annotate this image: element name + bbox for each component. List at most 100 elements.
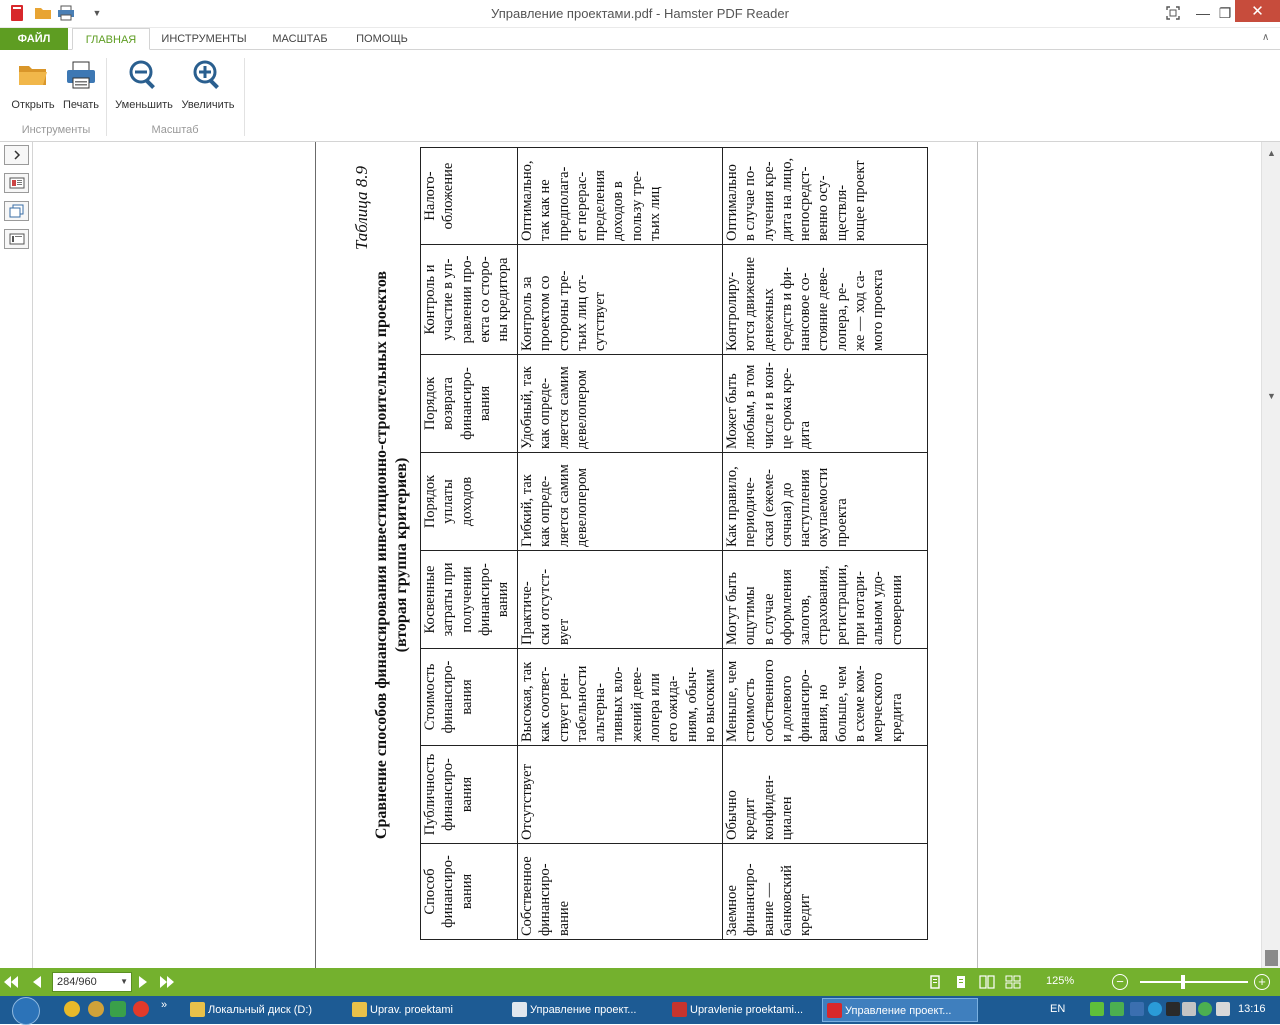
table-cell: Отсутствует [517, 745, 723, 844]
tab-file[interactable]: ФАЙЛ [0, 28, 68, 50]
cell-text: пределения [592, 170, 609, 241]
group-label-tools: Инструменты [21, 124, 91, 136]
tab-zoom[interactable]: МАСШТАБ [262, 28, 338, 50]
cell-text: ются движение [742, 256, 759, 351]
zoom-in-small-icon[interactable]: + [1254, 974, 1270, 990]
cell-text: доходов [458, 476, 475, 527]
first-page-button[interactable] [2, 973, 20, 991]
fullscreen-button[interactable] [1158, 2, 1188, 24]
table-cell: Обычно кредит конфиден-циален [722, 745, 928, 844]
yandex-icon[interactable] [133, 1001, 149, 1017]
chrome-icon[interactable] [64, 1001, 80, 1017]
print-button[interactable]: Печать [58, 58, 104, 118]
taskbar-item[interactable]: Управление проект... [508, 998, 664, 1022]
document-view[interactable]: Таблица 8.9 Сравнение способов финансиро… [33, 142, 1261, 968]
taskbar-item-label: Upravlenie proektami... [690, 1004, 804, 1016]
cell-text: проекта [833, 498, 850, 547]
taskbar-item[interactable]: Upravlenie proektami... [668, 998, 816, 1022]
zoom-out-label: Уменьшить [115, 99, 173, 111]
printer-icon [67, 61, 95, 89]
expand-panel-button[interactable] [4, 145, 29, 165]
scroll-thumb[interactable] [1265, 950, 1278, 966]
page-number-field[interactable]: 284/960 ▼ [52, 972, 132, 992]
group-separator [106, 58, 107, 136]
vertical-scrollbar[interactable]: ▲ ▼ [1261, 142, 1280, 968]
start-button[interactable] [12, 997, 40, 1025]
keyboard-icon[interactable] [1090, 1002, 1104, 1016]
scroll-up-icon[interactable]: ▲ [1262, 144, 1280, 161]
prev-page-button[interactable] [28, 973, 46, 991]
cell-text: получении [458, 566, 475, 633]
cell-text: в случае по- [742, 165, 759, 241]
check-icon[interactable] [1198, 1002, 1212, 1016]
page-dropdown-icon[interactable]: ▼ [120, 973, 128, 991]
thumbnails-button[interactable] [4, 173, 29, 193]
volume-icon[interactable] [1182, 1002, 1196, 1016]
table-cell: Заемное финансиро-вание — банковский кредит [722, 843, 928, 940]
cell-text: циален [778, 796, 795, 840]
tab-help[interactable]: ПОМОЩЬ [346, 28, 418, 50]
ribbon-collapse-icon[interactable]: ∧ [1262, 32, 1274, 44]
pages-button[interactable] [4, 201, 29, 221]
cell-text: в случае [760, 593, 777, 645]
tab-home[interactable]: ГЛАВНАЯ [72, 28, 150, 50]
first-page-icon [4, 976, 18, 988]
cell-text: периодиче- [742, 477, 759, 547]
cell-text: вания, но [815, 684, 832, 742]
close-button[interactable]: ✕ [1235, 0, 1280, 22]
taskbar-item[interactable]: Uprav. proektami [348, 998, 504, 1022]
last-page-button[interactable] [158, 973, 176, 991]
cell-text: Контролиру- [724, 272, 740, 351]
zoom-slider-thumb[interactable] [1181, 975, 1186, 989]
taskbar-item-active[interactable]: Управление проект... [822, 998, 978, 1022]
zoom-in-button[interactable]: Увеличить [178, 58, 238, 118]
zoom-out-button[interactable]: Уменьшить [112, 58, 176, 118]
tool-icon[interactable] [110, 1001, 126, 1017]
two-page-view-icon[interactable] [979, 974, 995, 990]
table-cell: Косвенные затраты при получении финансиро-в… [420, 550, 518, 649]
battery-icon[interactable] [1216, 1002, 1230, 1016]
cell-text: стоверении [888, 575, 905, 645]
zoom-slider[interactable] [1140, 981, 1248, 983]
tray-app-icon[interactable] [1166, 1002, 1180, 1016]
tab-tools[interactable]: ИНСТРУМЕНТЫ [156, 28, 252, 50]
flag-icon[interactable] [1130, 1002, 1144, 1016]
mail-icon[interactable] [88, 1001, 104, 1017]
cell-text: девелопером [573, 467, 590, 547]
two-page-continuous-view-icon[interactable] [1005, 974, 1021, 990]
cell-text: Могут быть [724, 571, 740, 645]
heading-line-2: (вторая группа критериев) [393, 457, 410, 653]
network-icon[interactable] [1148, 1002, 1162, 1016]
cell-text: вания [458, 776, 475, 813]
pages-icon [9, 204, 23, 218]
next-page-button[interactable] [134, 973, 152, 991]
document-icon [512, 1002, 527, 1017]
continuous-view-icon[interactable] [953, 974, 969, 990]
cell-text: проектом со [537, 275, 554, 351]
single-page-view-icon[interactable] [927, 974, 943, 990]
cell-text: Практиче- [519, 581, 535, 645]
quick-launch-more-icon[interactable]: » [161, 999, 167, 1011]
cell-text: лопера или [647, 673, 664, 742]
cell-text: Собственное [519, 856, 535, 936]
bookmarks-button[interactable] [4, 229, 29, 249]
next-page-area [978, 142, 1261, 968]
cell-text: окупаемости [815, 467, 832, 547]
language-indicator[interactable]: EN [1050, 1003, 1065, 1015]
cell-text: Высокая, так [519, 661, 535, 742]
zoom-out-small-icon[interactable]: − [1112, 974, 1128, 990]
zoom-in-label: Увеличить [181, 99, 235, 111]
table-row: Собственное финансиро-вание Отсутствует Выс… [517, 147, 723, 940]
cell-text: ляется самим [555, 464, 572, 547]
taskbar-item[interactable]: Локальный диск (D:) [186, 998, 344, 1022]
cell-text: Меньше, чем [724, 660, 740, 742]
cell-text: Оптимально, [519, 160, 535, 241]
cell-text: равлении про- [458, 255, 475, 344]
clock[interactable]: 13:16 [1238, 1003, 1266, 1015]
taskbar-item-label: Управление проект... [530, 1004, 637, 1016]
cell-text: числе и в кон- [760, 362, 777, 449]
cell-text: ская (ежеме- [760, 469, 777, 547]
cell-text: вания [476, 385, 493, 422]
tray-app-icon[interactable] [1110, 1002, 1124, 1016]
open-button[interactable]: Открыть [6, 58, 60, 118]
